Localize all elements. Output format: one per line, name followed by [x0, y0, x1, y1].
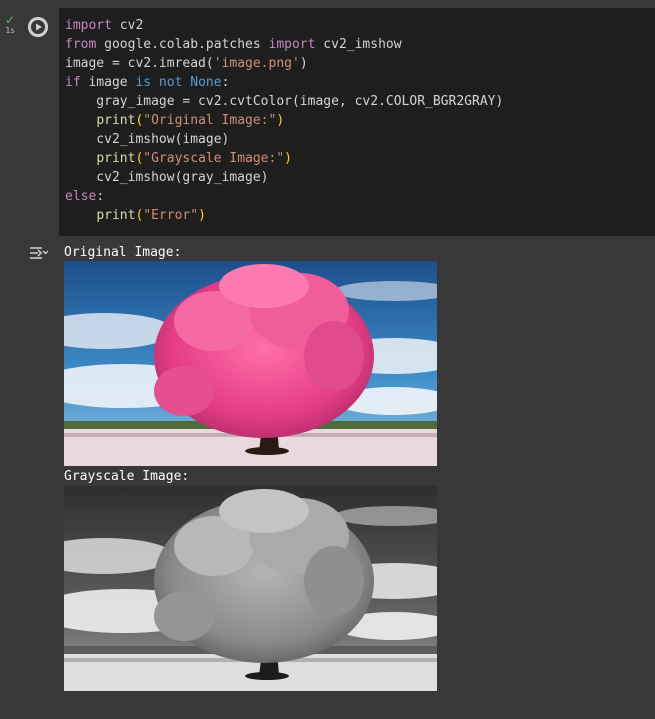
code-token: cv2_imshow(gray_image)	[65, 170, 269, 185]
code-token: print	[96, 208, 136, 223]
code-token: :	[221, 75, 230, 90]
run-cell-button[interactable]	[28, 17, 48, 37]
code-token: 'image.png'	[213, 56, 300, 71]
code-token: cv2_imshow(image)	[65, 132, 230, 147]
code-token: is not	[135, 75, 183, 90]
check-icon: ✓	[4, 13, 16, 27]
code-token: gray_image = cv2.cvtColor(image, cv2.COL…	[65, 94, 504, 109]
page-footer-space	[0, 697, 655, 719]
code-token: if	[65, 75, 81, 90]
code-line[interactable]: print("Grayscale Image:")	[65, 149, 503, 168]
grayscale-image-label: Grayscale Image:	[64, 469, 190, 484]
code-line[interactable]: print("Error")	[65, 206, 503, 225]
code-line[interactable]: cv2_imshow(image)	[65, 130, 503, 149]
code-line[interactable]: gray_image = cv2.cvtColor(image, cv2.COL…	[65, 92, 503, 111]
code-token: None	[190, 75, 222, 90]
code-line[interactable]: print("Original Image:")	[65, 111, 503, 130]
code-text[interactable]: import cv2 from google.colab.patches impo…	[65, 16, 503, 225]
code-token: google.colab.patches	[96, 37, 269, 52]
execution-status: ✓ 1s	[2, 14, 18, 36]
grayscale-image	[64, 486, 437, 691]
code-token: )	[299, 56, 308, 71]
code-token: image = cv2.imread(	[65, 56, 214, 71]
code-token: print	[96, 151, 136, 166]
code-token: "Original Image:"	[143, 113, 277, 128]
code-token: cv2_imshow	[315, 37, 402, 52]
code-token: "Error"	[143, 208, 199, 223]
code-editor[interactable]: import cv2 from google.colab.patches impo…	[59, 8, 655, 236]
code-line[interactable]: from google.colab.patches import cv2_ims…	[65, 35, 503, 54]
code-token: :	[96, 189, 105, 204]
code-token: "Grayscale Image:"	[143, 151, 285, 166]
code-token: )	[198, 208, 206, 223]
code-token: image	[80, 75, 136, 90]
code-token: else	[65, 189, 97, 204]
code-line[interactable]: else:	[65, 187, 503, 206]
code-token: import	[268, 37, 316, 52]
output-toggle-icon[interactable]	[28, 244, 49, 262]
code-token: )	[276, 113, 285, 128]
code-token: cv2	[111, 18, 144, 33]
code-token: from	[65, 37, 97, 52]
code-token: print	[96, 113, 136, 128]
original-image	[64, 261, 437, 466]
code-line[interactable]: if image is not None:	[65, 73, 503, 92]
code-line[interactable]: import cv2	[65, 16, 503, 35]
code-line[interactable]: image = cv2.imread('image.png')	[65, 54, 503, 73]
original-image-label: Original Image:	[64, 245, 182, 260]
code-token: )	[284, 151, 292, 166]
play-icon	[28, 17, 48, 37]
code-line[interactable]: cv2_imshow(gray_image)	[65, 168, 503, 187]
code-token: import	[65, 18, 112, 33]
execution-time: 1s	[5, 26, 15, 35]
